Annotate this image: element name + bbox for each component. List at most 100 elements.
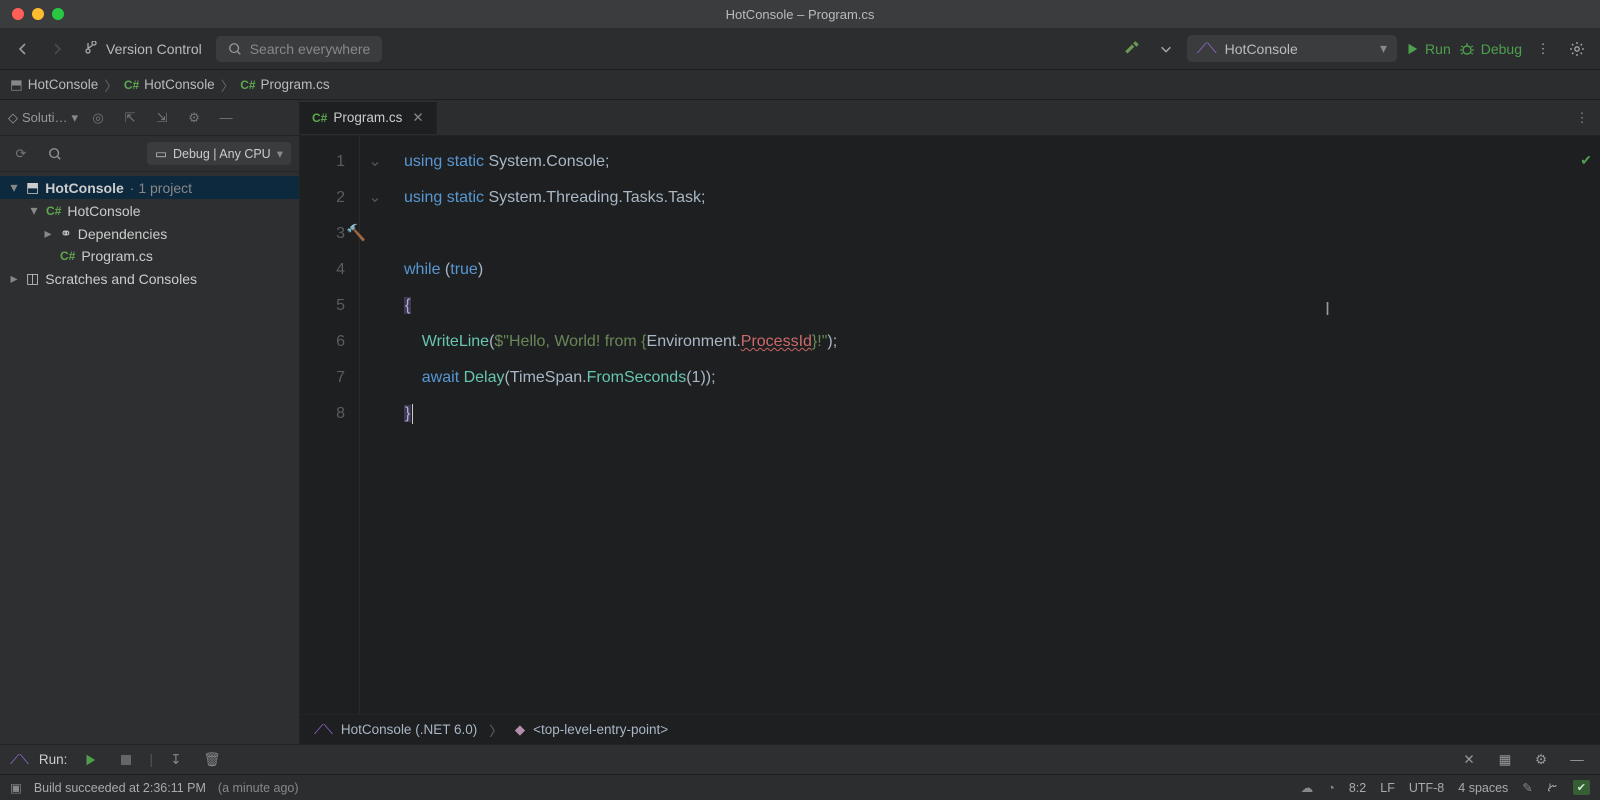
window-controls xyxy=(12,8,64,20)
fold-marker-icon[interactable]: ⌄ xyxy=(360,144,390,180)
hammer-icon xyxy=(1123,40,1141,58)
gear-icon xyxy=(1569,41,1585,57)
nav-forward-button[interactable] xyxy=(44,36,70,62)
bug-icon xyxy=(1459,41,1475,57)
solution-dropdown[interactable]: ◇ Soluti…▾ xyxy=(8,110,78,126)
minimize-panel-button[interactable]: — xyxy=(214,106,238,130)
run-tool-window-header: ⟋⟍ Run: | ↧ 🗑 ✕ ▦ ⚙ — xyxy=(0,744,1600,774)
run-rerun-button[interactable] xyxy=(77,747,103,773)
editor-crumb-project[interactable]: HotConsole (.NET 6.0) xyxy=(341,722,477,737)
solution-subheader: ⟳ ▭ Debug | Any CPU ▾ xyxy=(0,136,299,172)
tab-program-cs[interactable]: C# Program.cs ✕ xyxy=(300,102,437,134)
tree-node-file[interactable]: C# Program.cs xyxy=(0,245,299,267)
main-body: ◇ Soluti…▾ ◎ ⇱ ⇲ ⚙ — ⟳ ▭ Debug | Any CPU… xyxy=(0,100,1600,744)
run-config-selector[interactable]: ⟋⟍ HotConsole ▾ xyxy=(1187,35,1397,62)
indent-setting[interactable]: 4 spaces xyxy=(1458,781,1508,795)
inspection-ok-icon[interactable]: ✔ xyxy=(1580,142,1592,178)
memory-indicator-icon[interactable]: ◔ xyxy=(1327,781,1335,795)
dependencies-icon: ⚭ xyxy=(60,225,72,242)
zoom-window-icon[interactable] xyxy=(52,8,64,20)
build-status-ago: (a minute ago) xyxy=(218,781,299,795)
trash-icon: 🗑 xyxy=(203,752,220,768)
run-stop-button[interactable] xyxy=(113,747,139,773)
close-tab-icon[interactable]: ✕ xyxy=(412,110,423,126)
fold-column: ⌄ ⌄ 🔨 xyxy=(360,136,390,714)
fold-marker-icon[interactable]: ⌄ xyxy=(360,180,390,216)
search-everywhere[interactable]: Search everywhere xyxy=(216,36,383,62)
panel-settings-button[interactable]: ⚙ xyxy=(182,106,206,130)
run-button[interactable]: Run xyxy=(1405,41,1451,57)
background-tasks-icon[interactable]: ☁ xyxy=(1301,780,1314,795)
build-status-text: Build succeeded at 2:36:11 PM xyxy=(34,781,206,795)
solution-explorer: ◇ Soluti…▾ ◎ ⇱ ⇲ ⚙ — ⟳ ▭ Debug | Any CPU… xyxy=(0,100,300,744)
solution-header: ◇ Soluti…▾ ◎ ⇱ ⇲ ⚙ — xyxy=(0,100,299,136)
run-config-label: HotConsole xyxy=(1225,41,1298,57)
expand-toggle[interactable]: ▾ xyxy=(8,179,20,196)
more-actions-button[interactable]: ⋮ xyxy=(1530,36,1556,62)
version-control-button[interactable]: Version Control xyxy=(84,41,202,57)
layout-icon: ↧ xyxy=(170,752,181,768)
debug-button[interactable]: Debug xyxy=(1459,41,1522,57)
build-config-selector[interactable]: ▭ Debug | Any CPU ▾ xyxy=(147,142,291,165)
csharp-file-icon: C# xyxy=(312,111,327,125)
git-branch-icon[interactable] xyxy=(1547,782,1559,794)
code-area[interactable]: 1 2 3 4 5 6 7 8 ⌄ ⌄ 🔨 ✔ I using static S… xyxy=(300,136,1600,714)
tree-node-project[interactable]: ▾ C# HotConsole xyxy=(0,199,299,222)
version-control-label: Version Control xyxy=(106,41,202,57)
search-files-button[interactable] xyxy=(42,141,68,167)
build-button[interactable] xyxy=(1119,36,1145,62)
caret-position[interactable]: 8:2 xyxy=(1349,781,1366,795)
search-placeholder: Search everywhere xyxy=(250,41,371,57)
hammer-icon: 🔨 xyxy=(346,216,366,252)
file-encoding[interactable]: UTF-8 xyxy=(1409,781,1444,795)
expand-toggle[interactable]: ▸ xyxy=(42,225,54,242)
code-text[interactable]: ✔ I using static System.Console; using s… xyxy=(390,136,1600,714)
triangle-icon: ◇ xyxy=(8,110,18,126)
chevron-down-icon: ▾ xyxy=(1380,40,1387,57)
minimize-window-icon[interactable] xyxy=(32,8,44,20)
gear-icon: ⚙ xyxy=(188,110,200,126)
window-title: HotConsole – Program.cs xyxy=(726,7,875,22)
csharp-file-icon: C# xyxy=(60,249,75,263)
tab-options-button[interactable]: ⋮ xyxy=(1574,105,1600,131)
scratches-icon: ◫ xyxy=(26,270,39,287)
run-view-mode-button[interactable]: ▦ xyxy=(1492,747,1518,773)
run-layout-button[interactable]: ↧ xyxy=(163,747,189,773)
status-bar: ▣ Build succeeded at 2:36:11 PM (a minut… xyxy=(0,774,1600,800)
editor-crumb-entry[interactable]: <top-level-entry-point> xyxy=(533,722,668,737)
nav-back-button[interactable] xyxy=(10,36,36,62)
run-close-button[interactable]: ✕ xyxy=(1456,747,1482,773)
crumb-solution[interactable]: ⬒ HotConsole xyxy=(10,77,98,93)
collapse-all-button[interactable]: ⇲ xyxy=(150,106,174,130)
readonly-toggle-icon[interactable]: ✎ xyxy=(1522,780,1532,795)
tree-node-solution[interactable]: ▾ ⬒ HotConsole · 1 project xyxy=(0,176,299,199)
tree-node-scratches[interactable]: ▸ ◫ Scratches and Consoles xyxy=(0,267,299,290)
csharp-file-icon: C# xyxy=(240,78,255,92)
close-window-icon[interactable] xyxy=(12,8,24,20)
crumb-file[interactable]: C# Program.cs xyxy=(240,77,329,92)
tab-label: Program.cs xyxy=(333,110,402,125)
run-clear-button[interactable]: 🗑 xyxy=(199,747,225,773)
expand-toggle[interactable]: ▸ xyxy=(8,270,20,287)
sync-with-editor-button[interactable]: ⟳ xyxy=(8,141,34,167)
locate-file-button[interactable]: ◎ xyxy=(86,106,110,130)
run-config-history-button[interactable] xyxy=(1153,36,1179,62)
grid-icon: ▦ xyxy=(1499,752,1512,768)
expand-toggle[interactable]: ▾ xyxy=(28,202,40,219)
crumb-project[interactable]: C# HotConsole xyxy=(124,77,215,92)
tree-node-dependencies[interactable]: ▸ ⚭ Dependencies xyxy=(0,222,299,245)
run-settings-button[interactable]: ⚙ xyxy=(1528,747,1554,773)
sync-icon: ⟳ xyxy=(16,146,27,162)
expand-all-button[interactable]: ⇱ xyxy=(118,106,142,130)
dotnet-icon: ⟋⟍ xyxy=(1197,40,1217,57)
line-separator[interactable]: LF xyxy=(1380,781,1395,795)
chevron-right-icon: 〉 xyxy=(104,75,118,95)
run-hide-button[interactable]: — xyxy=(1564,747,1590,773)
inspection-ok-badge[interactable]: ✔ xyxy=(1573,780,1590,795)
status-tool-icon[interactable]: ▣ xyxy=(10,780,22,795)
kebab-icon: ⋮ xyxy=(1537,41,1550,57)
settings-button[interactable] xyxy=(1564,36,1590,62)
solution-icon: ⬒ xyxy=(10,77,23,93)
csproj-icon: C# xyxy=(46,204,61,218)
minimize-icon: — xyxy=(1570,752,1584,767)
